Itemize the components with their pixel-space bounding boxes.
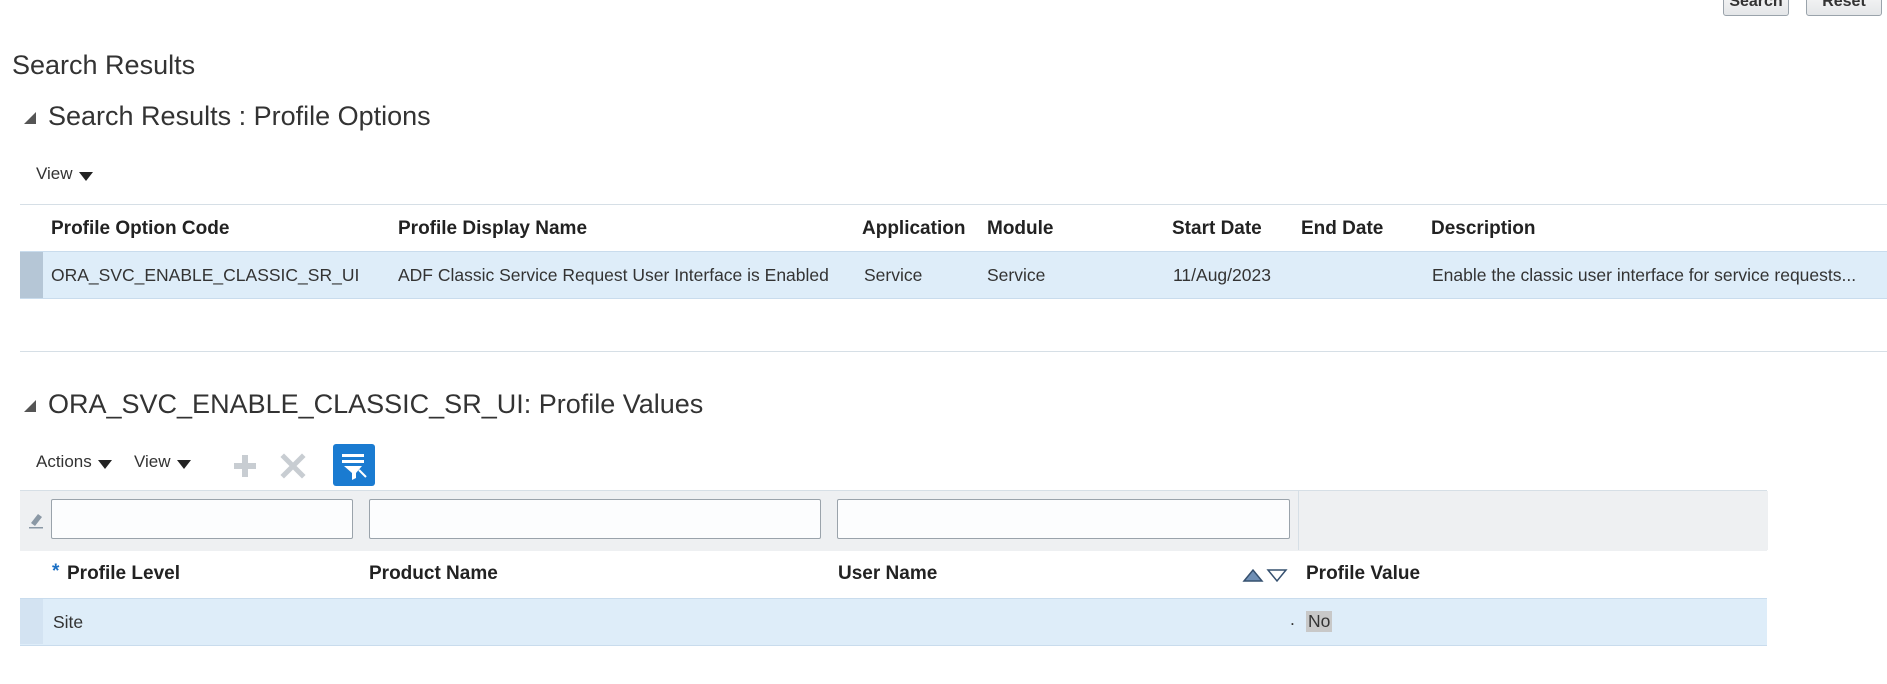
column-header-product-name[interactable]: Product Name: [369, 563, 498, 585]
plus-icon[interactable]: [232, 453, 258, 484]
cell-start-date: 11/Aug/2023: [1173, 265, 1271, 285]
chevron-down-icon: [78, 171, 93, 181]
row-selector[interactable]: [20, 599, 43, 644]
chevron-down-icon: [97, 459, 112, 469]
search-button[interactable]: Search: [1723, 0, 1789, 16]
collapse-triangle-icon[interactable]: [22, 398, 38, 419]
cell-user-name: .: [1290, 609, 1295, 629]
actions-menu-label: Actions: [36, 452, 92, 471]
column-header-start-date[interactable]: Start Date: [1172, 218, 1262, 240]
cell-description: Enable the classic user interface for se…: [1432, 265, 1857, 285]
column-header-application[interactable]: Application: [862, 218, 965, 240]
column-header-user-name[interactable]: User Name: [838, 563, 937, 585]
cell-application: Service: [864, 265, 923, 285]
filter-cell-empty: [1298, 491, 1768, 550]
chevron-down-icon: [176, 459, 191, 469]
view-menu-label: View: [36, 164, 73, 183]
filter-product-name-input[interactable]: [369, 499, 821, 539]
required-marker: *: [52, 561, 60, 582]
x-icon[interactable]: [280, 453, 306, 484]
actions-menu[interactable]: Actions: [36, 452, 112, 472]
filter-profile-level-input[interactable]: [51, 499, 353, 539]
section-divider: [20, 351, 1887, 352]
query-by-example-button[interactable]: [333, 444, 375, 486]
column-header-profile-value[interactable]: Profile Value: [1306, 563, 1420, 585]
cell-profile-value[interactable]: No: [1306, 611, 1333, 632]
column-header-description[interactable]: Description: [1431, 218, 1536, 240]
cell-profile-level: Site: [53, 612, 84, 632]
eraser-icon[interactable]: [28, 511, 44, 534]
table-row[interactable]: [20, 598, 1767, 646]
view-menu[interactable]: View: [134, 452, 191, 472]
table-top-border: [20, 204, 1887, 205]
column-header-end-date[interactable]: End Date: [1301, 218, 1383, 240]
sort-arrows-icon[interactable]: [1242, 566, 1288, 589]
page-title: Search Results: [12, 50, 196, 80]
cell-profile-option-code: ORA_SVC_ENABLE_CLASSIC_SR_UI: [51, 265, 360, 285]
row-selector[interactable]: [20, 252, 43, 298]
query-by-example-icon: [342, 454, 367, 480]
column-header-profile-level[interactable]: Profile Level: [67, 563, 180, 585]
reset-button[interactable]: Reset: [1806, 0, 1882, 16]
section-title-profile-options: Search Results : Profile Options: [48, 101, 431, 131]
cell-profile-display-name: ADF Classic Service Request User Interfa…: [398, 265, 829, 285]
column-header-module[interactable]: Module: [987, 218, 1054, 240]
section-title-profile-values: ORA_SVC_ENABLE_CLASSIC_SR_UI: Profile Va…: [48, 389, 704, 419]
cell-module: Service: [987, 265, 1046, 285]
column-header-profile-option-code[interactable]: Profile Option Code: [51, 218, 229, 240]
filter-user-name-input[interactable]: [837, 499, 1290, 539]
view-menu[interactable]: View: [36, 164, 93, 184]
column-header-profile-display-name[interactable]: Profile Display Name: [398, 218, 587, 240]
view-menu-label: View: [134, 452, 171, 471]
collapse-triangle-icon[interactable]: [22, 110, 38, 131]
